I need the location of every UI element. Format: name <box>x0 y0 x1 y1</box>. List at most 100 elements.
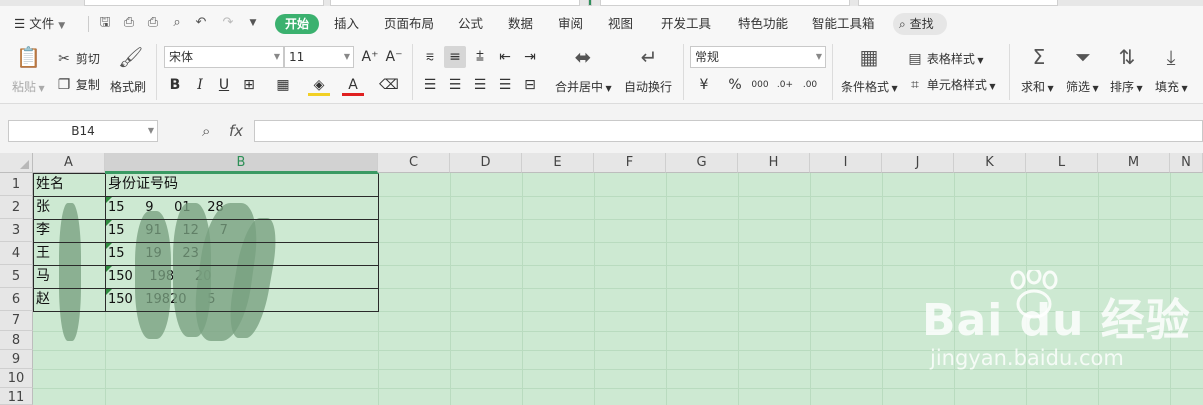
export-pdf-icon[interactable]: ⎙ <box>121 15 137 31</box>
name-box[interactable]: B14 ▼ <box>8 120 158 142</box>
tab-special-features[interactable]: 特色功能 <box>738 14 788 34</box>
row-header-9[interactable]: 9 <box>0 350 33 369</box>
sort-label-wrap[interactable]: 排序 ▼ <box>1110 78 1143 95</box>
row-header-4[interactable]: 4 <box>0 242 33 265</box>
filter-label-wrap[interactable]: 筛选 ▼ <box>1066 78 1099 95</box>
cell-style-button[interactable]: ⌗ 单元格样式 ▼ <box>907 76 996 93</box>
column-header-g[interactable]: G <box>666 153 738 173</box>
tab-page-layout[interactable]: 页面布局 <box>384 14 434 34</box>
column-header-c[interactable]: C <box>378 153 450 173</box>
merge-center-button[interactable]: ⬌ <box>558 46 608 68</box>
table-border <box>33 219 379 220</box>
number-format-select[interactable]: 常规 ▼ <box>690 46 826 68</box>
row-header-1[interactable]: 1 <box>0 173 33 196</box>
percent-icon[interactable]: % <box>724 74 746 96</box>
row-header-5[interactable]: 5 <box>0 265 33 288</box>
decrease-font-icon[interactable]: A⁻ <box>383 46 405 68</box>
print-icon[interactable]: ⎙ <box>145 15 161 31</box>
fill-label-wrap[interactable]: 填充 ▼ <box>1155 78 1188 95</box>
underline-icon[interactable]: U <box>213 74 235 96</box>
file-menu[interactable]: ☰ 文件 ▼ <box>14 14 65 34</box>
sort-button[interactable]: ⇅ <box>1110 46 1144 68</box>
column-header-f[interactable]: F <box>594 153 666 173</box>
bold-icon[interactable]: B <box>164 74 186 96</box>
column-header-m[interactable]: M <box>1098 153 1170 173</box>
autosum-label-wrap[interactable]: 求和 ▼ <box>1021 78 1054 95</box>
cut-button[interactable]: ✂ 剪切 <box>56 50 100 67</box>
redo-icon[interactable]: ↷ <box>220 15 236 31</box>
tab-data[interactable]: 数据 <box>508 14 533 34</box>
italic-icon[interactable]: I <box>189 74 211 96</box>
row-header-3[interactable]: 3 <box>0 219 33 242</box>
font-size-select[interactable]: 11 ▼ <box>284 46 354 68</box>
align-right-icon[interactable]: ☰ <box>469 74 491 96</box>
increase-indent-icon[interactable]: ⇥ <box>519 46 541 68</box>
thousands-separator-icon[interactable]: 000 <box>749 74 771 96</box>
paste-label-wrap[interactable]: 粘贴 ▼ <box>12 78 45 95</box>
column-header-j[interactable]: J <box>882 153 954 173</box>
justify-icon[interactable]: ☰ <box>494 74 516 96</box>
zoom-icon[interactable]: ⌕ <box>202 122 210 140</box>
distributed-icon[interactable]: ⊟ <box>519 74 541 96</box>
row-header-2[interactable]: 2 <box>0 196 33 219</box>
column-header-n[interactable]: N <box>1170 153 1203 173</box>
autosum-button[interactable]: Σ <box>1022 46 1056 68</box>
gridline <box>738 173 739 405</box>
copy-button[interactable]: ❐ 复制 <box>56 76 100 93</box>
row-header-6[interactable]: 6 <box>0 288 33 311</box>
print-preview-icon[interactable]: ⌕ <box>169 15 185 31</box>
formula-input[interactable] <box>254 120 1203 142</box>
align-middle-icon[interactable]: ≡ <box>444 46 466 68</box>
font-name-select[interactable]: 宋体 ▼ <box>164 46 284 68</box>
font-color-icon[interactable]: A <box>342 74 364 96</box>
fill-color-icon[interactable]: ◈ <box>308 74 330 96</box>
decrease-decimal-icon[interactable]: .00 <box>799 74 821 96</box>
insert-function-icon[interactable]: fx <box>229 122 243 140</box>
format-painter-button[interactable]: 🖌 <box>110 46 150 68</box>
row-header-11[interactable]: 11 <box>0 388 33 405</box>
column-header-a[interactable]: A <box>33 153 105 173</box>
decrease-indent-icon[interactable]: ⇤ <box>494 46 516 68</box>
customize-toolbar-icon[interactable]: ▼ <box>245 15 261 31</box>
search-box[interactable]: ⌕ 查找 <box>893 13 947 35</box>
tab-formulas[interactable]: 公式 <box>458 14 483 34</box>
column-header-i[interactable]: I <box>810 153 882 173</box>
filter-button[interactable]: ⏷ <box>1066 46 1100 68</box>
fill-button[interactable]: ⤓ <box>1154 46 1188 68</box>
align-center-icon[interactable]: ☰ <box>444 74 466 96</box>
paste-button[interactable]: 📋 <box>10 46 46 68</box>
tab-home[interactable]: 开始 <box>275 14 319 34</box>
conditional-format-button[interactable]: ▦ <box>845 46 893 68</box>
row-header-7[interactable]: 7 <box>0 311 33 331</box>
table-style-button[interactable]: ▤ 表格样式 ▼ <box>907 50 983 67</box>
column-header-d[interactable]: D <box>450 153 522 173</box>
column-header-l[interactable]: L <box>1026 153 1098 173</box>
column-header-e[interactable]: E <box>522 153 594 173</box>
tab-review[interactable]: 审阅 <box>558 14 583 34</box>
row-header-10[interactable]: 10 <box>0 369 33 388</box>
column-header-b[interactable]: B <box>105 153 378 173</box>
increase-font-icon[interactable]: A⁺ <box>359 46 381 68</box>
undo-icon[interactable]: ↶ <box>193 15 209 31</box>
eraser-icon[interactable]: ⌫ <box>378 74 400 96</box>
save-icon[interactable]: 🖫 <box>97 15 113 31</box>
cell-style-icon[interactable]: ▦ <box>272 74 294 96</box>
merge-center-label-wrap[interactable]: 合并居中 ▼ <box>555 78 612 95</box>
row-header-8[interactable]: 8 <box>0 331 33 350</box>
tab-smart-toolbox[interactable]: 智能工具箱 <box>812 14 875 34</box>
name-box-value: B14 <box>71 124 95 138</box>
increase-decimal-icon[interactable]: .0+ <box>774 74 796 96</box>
align-bottom-icon[interactable]: ⩲ <box>469 46 491 68</box>
column-header-h[interactable]: H <box>738 153 810 173</box>
column-header-k[interactable]: K <box>954 153 1026 173</box>
tab-view[interactable]: 视图 <box>608 14 633 34</box>
align-top-icon[interactable]: ⩳ <box>419 46 441 68</box>
conditional-format-label-wrap[interactable]: 条件格式 ▼ <box>841 78 898 95</box>
wrap-text-button[interactable]: ↵ <box>624 46 674 68</box>
currency-icon[interactable]: ¥ <box>693 74 715 96</box>
align-left-icon[interactable]: ☰ <box>419 74 441 96</box>
select-all-corner[interactable] <box>0 153 33 173</box>
borders-icon[interactable]: ⊞ <box>238 74 260 96</box>
tab-developer[interactable]: 开发工具 <box>661 14 711 34</box>
tab-insert[interactable]: 插入 <box>334 14 359 34</box>
